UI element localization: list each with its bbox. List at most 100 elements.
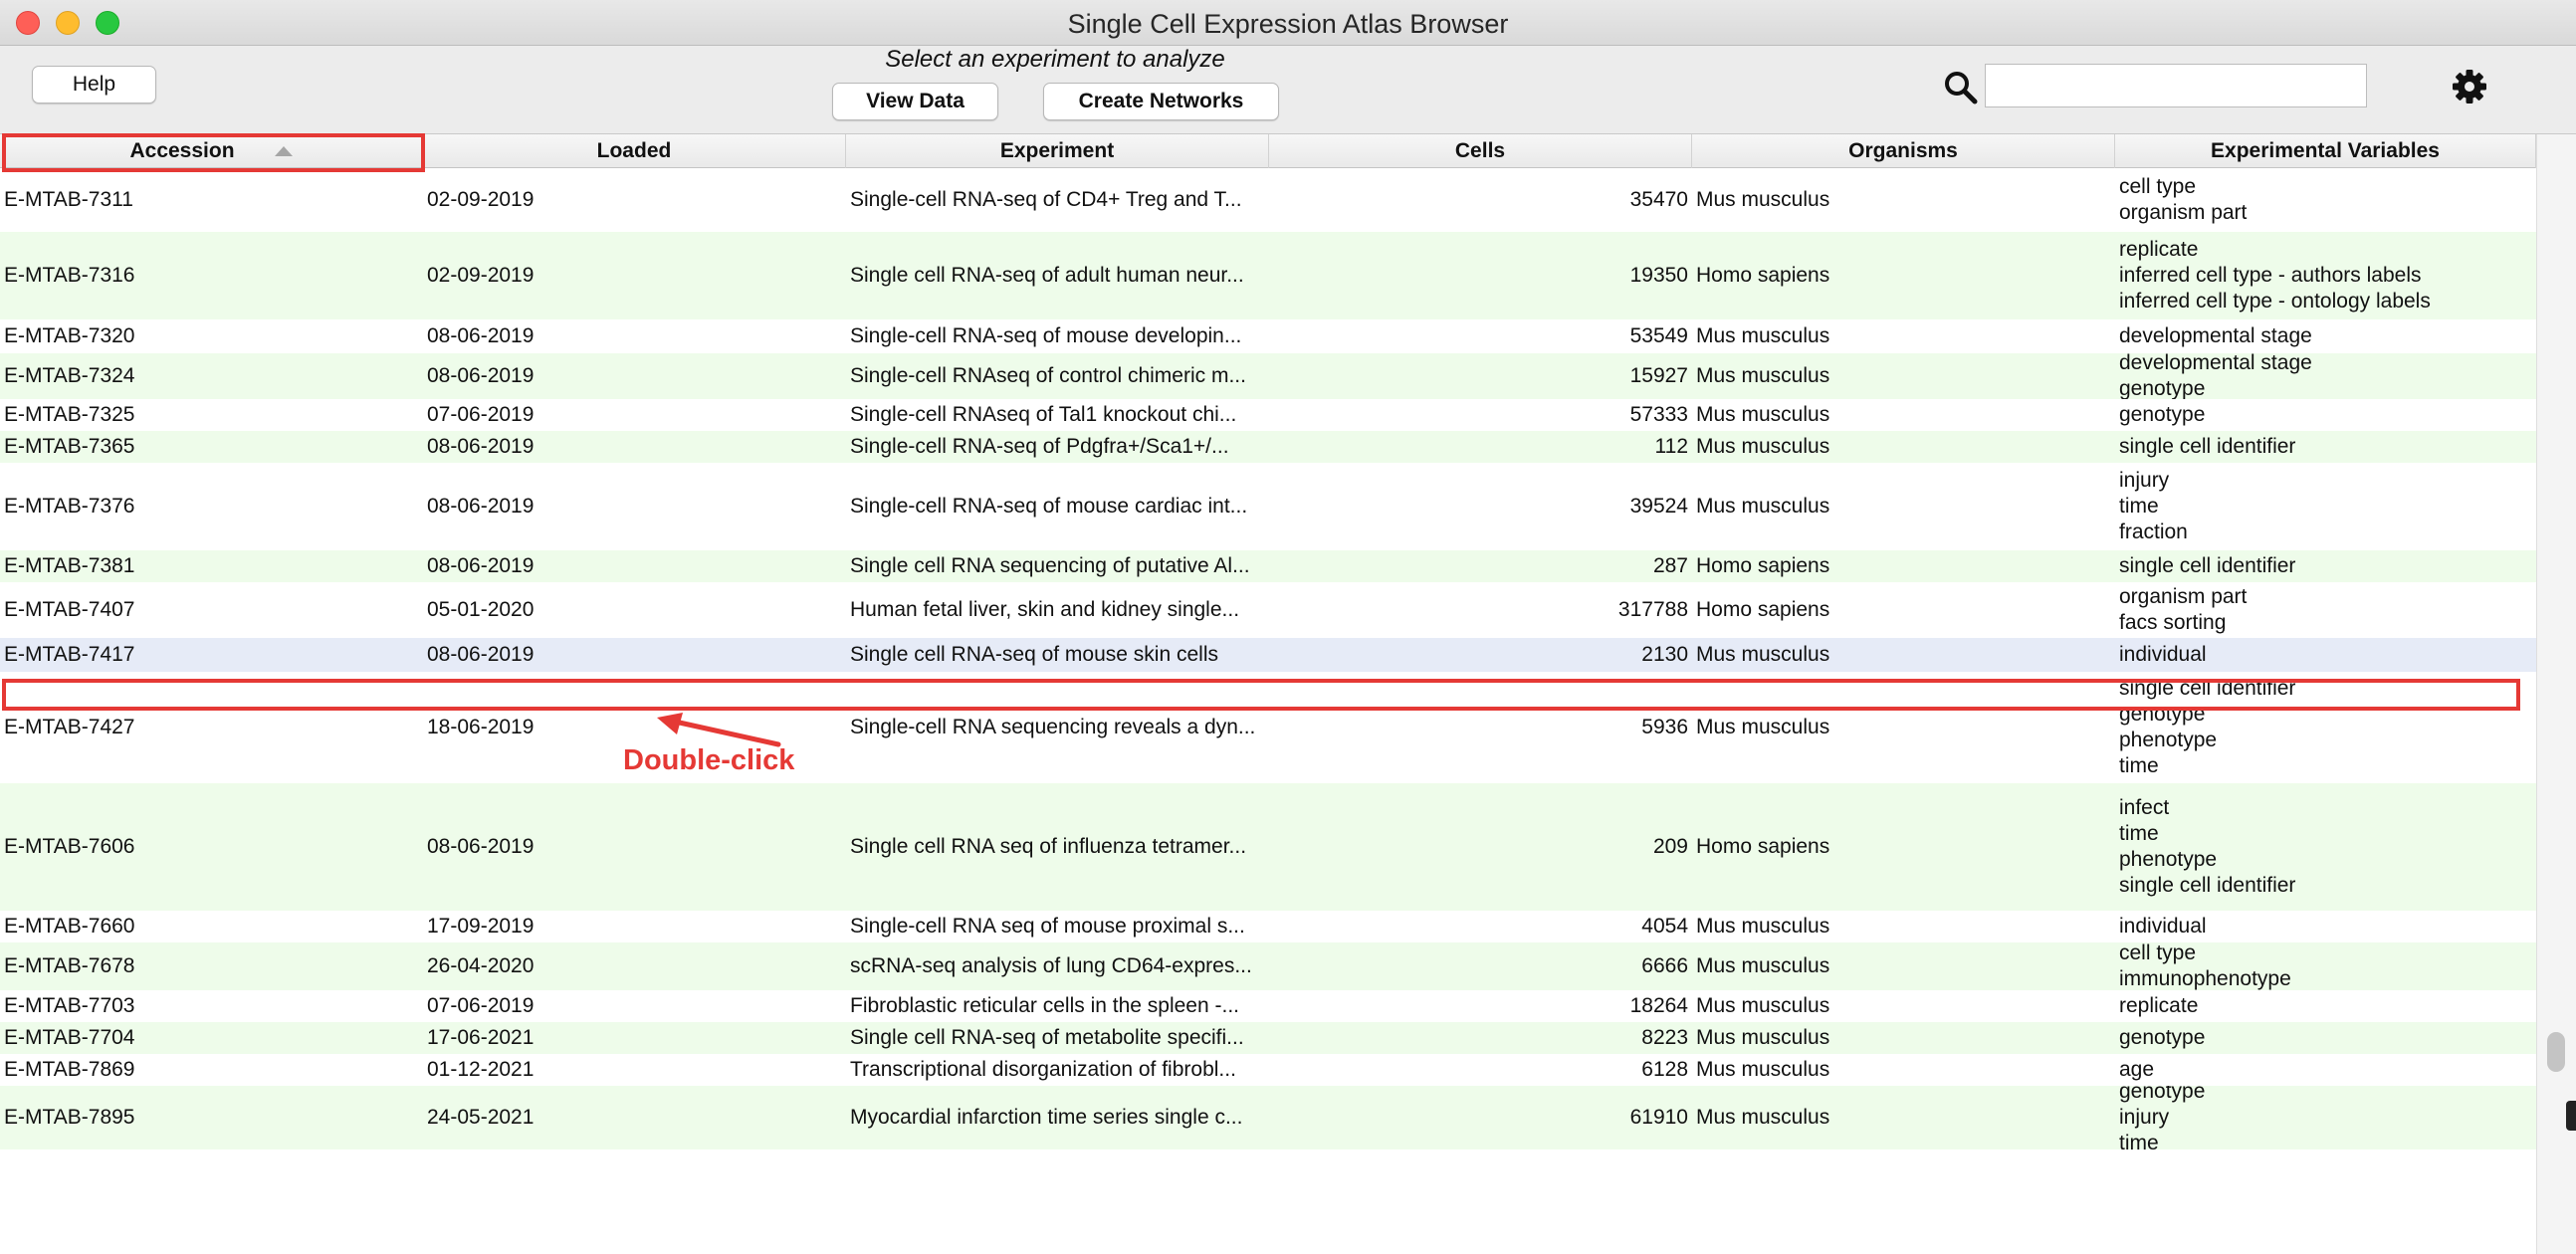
loaded-date-cell: 07-06-2019 [427,403,535,426]
experiment-cell: Transcriptional disorganization of fibro… [850,1058,1236,1081]
experiment-cell: Single cell RNA sequencing of putative A… [850,554,1250,577]
loaded-date-cell: 08-06-2019 [427,643,535,666]
experimental-variables-cell: injury time fraction [2115,463,2536,550]
sort-ascending-icon [274,146,293,156]
experimental-variables-cell: replicate [2115,990,2536,1022]
accession-cell: E-MTAB-7704 [4,1026,135,1049]
experimental-variables-cell: individual [2115,911,2536,942]
table-row[interactable]: E-MTAB-7606 08-06-2019 Single cell RNA seq… [0,783,2536,911]
table-row[interactable]: E-MTAB-7316 02-09-2019 Single cell RNA-seq… [0,232,2536,319]
cells-count-cell: 6128 [1641,1058,1688,1081]
experimental-variables-cell: cell type immunophenotype [2115,942,2536,990]
organism-cell: Mus musculus [1696,364,1830,387]
experimental-variable: genotype [2119,1026,2206,1049]
table-row[interactable]: E-MTAB-7311 02-09-2019 Single-cell RNA-seq… [0,168,2536,232]
experimental-variables-cell: genotype [2115,1022,2536,1054]
loaded-date-cell: 08-06-2019 [427,324,535,347]
column-header-loaded[interactable]: Loaded [423,134,846,168]
organism-cell: Mus musculus [1696,1058,1830,1081]
organism-cell: Mus musculus [1696,716,1830,738]
table-body: E-MTAB-7311 02-09-2019 Single-cell RNA-seq… [0,168,2536,1150]
experimental-variables-cell: age [2115,1054,2536,1086]
experimental-variable: injury [2119,1106,2170,1129]
cells-count-cell: 61910 [1629,1106,1688,1129]
table-row[interactable]: E-MTAB-7381 08-06-2019 Single cell RNA seq… [0,550,2536,582]
accession-cell: E-MTAB-7407 [4,598,135,621]
scrollbar-thumb[interactable] [2547,1032,2565,1072]
experiment-cell: scRNA-seq analysis of lung CD64-expres..… [850,954,1252,977]
table-row[interactable]: E-MTAB-7660 17-09-2019 Single-cell RNA seq… [0,911,2536,942]
column-header-experiment[interactable]: Experiment [846,134,1269,168]
accession-cell: E-MTAB-7324 [4,364,135,387]
organism-cell: Homo sapiens [1696,264,1830,287]
experimental-variable: injury [2119,469,2170,492]
table-row[interactable]: E-MTAB-7365 08-06-2019 Single-cell RNA-seq… [0,431,2536,463]
experiment-cell: Single-cell RNA sequencing reveals a dyn… [850,716,1256,738]
table-row[interactable]: E-MTAB-7417 08-06-2019 Single cell RNA-seq… [0,638,2536,672]
accession-cell: E-MTAB-7678 [4,954,135,977]
cells-count-cell: 287 [1652,554,1688,577]
column-header-accession[interactable]: Accession [0,134,423,168]
experiment-cell: Myocardial infarction time series single… [850,1106,1243,1129]
experimental-variables-cell: single cell identifier [2115,550,2536,582]
experimental-variable: phenotype [2119,848,2218,871]
create-networks-button[interactable]: Create Networks [1043,83,1279,120]
experimental-variable: single cell identifier [2119,554,2296,577]
experimental-variables-cell: individual [2115,638,2536,672]
toolbar: Help Select an experiment to analyze Vie… [0,46,2576,134]
view-data-button[interactable]: View Data [832,83,998,120]
table-row[interactable]: E-MTAB-7325 07-06-2019 Single-cell RNAseq … [0,399,2536,431]
cells-count-cell: 112 [1654,435,1688,458]
accession-cell: E-MTAB-7316 [4,264,135,287]
experimental-variable: organism part [2119,201,2248,224]
search-icon [1945,72,1978,104]
gear-icon[interactable] [2451,68,2488,105]
table-row[interactable]: E-MTAB-7320 08-06-2019 Single-cell RNA-seq… [0,319,2536,353]
help-button[interactable]: Help [32,66,156,104]
table-row[interactable]: E-MTAB-7376 08-06-2019 Single-cell RNA-seq… [0,463,2536,550]
table-row[interactable]: E-MTAB-7895 24-05-2021 Myocardial infarcti… [0,1086,2536,1150]
table-row[interactable]: E-MTAB-7869 01-12-2021 Transcriptional dis… [0,1054,2536,1086]
loaded-date-cell: 08-06-2019 [427,364,535,387]
experiment-cell: Single cell RNA-seq of adult human neur.… [850,264,1244,287]
accession-cell: E-MTAB-7703 [4,994,135,1017]
experimental-variable: replicate [2119,994,2199,1017]
table-row[interactable]: E-MTAB-7678 26-04-2020 scRNA-seq analysis … [0,942,2536,990]
experimental-variable: infect [2119,796,2170,819]
experimental-variable: phenotype [2119,729,2218,751]
column-header-organisms[interactable]: Organisms [1692,134,2115,168]
experiment-cell: Single-cell RNAseq of control chimeric m… [850,364,1246,387]
experiment-cell: Human fetal liver, skin and kidney singl… [850,598,1240,621]
table-row[interactable]: E-MTAB-7427 18-06-2019 Single-cell RNA seq… [0,672,2536,783]
cells-count-cell: 4054 [1641,915,1688,938]
loaded-date-cell: 05-01-2020 [427,598,535,621]
cells-count-cell: 18264 [1629,994,1688,1017]
table-row[interactable]: E-MTAB-7703 07-06-2019 Fibroblastic reticu… [0,990,2536,1022]
cells-count-cell: 57333 [1629,403,1688,426]
column-header-label: Accession [129,139,235,162]
loaded-date-cell: 01-12-2021 [427,1058,535,1081]
table-row[interactable]: E-MTAB-7324 08-06-2019 Single-cell RNAseq … [0,353,2536,399]
organism-cell: Mus musculus [1696,1026,1830,1049]
column-header-experimental-variables[interactable]: Experimental Variables [2115,134,2536,168]
accession-cell: E-MTAB-7869 [4,1058,135,1081]
table-row[interactable]: E-MTAB-7704 17-06-2021 Single cell RNA-seq… [0,1022,2536,1054]
experimental-variable: organism part [2119,585,2248,608]
experimental-variables-cell: developmental stage [2115,319,2536,353]
table-header: Accession Loaded Experiment Cells Organi… [0,134,2536,168]
table-row[interactable]: E-MTAB-7407 05-01-2020 Human fetal liver, … [0,582,2536,638]
cells-count-cell: 209 [1652,835,1688,858]
vertical-scrollbar[interactable] [2536,134,2576,1254]
experimental-variable: genotype [2119,1086,2206,1103]
experiment-cell: Single cell RNA-seq of metabolite specif… [850,1026,1244,1049]
search-input[interactable] [1985,64,2367,107]
column-header-label: Experimental Variables [2211,139,2440,162]
accession-cell: E-MTAB-7895 [4,1106,135,1129]
column-header-cells[interactable]: Cells [1269,134,1692,168]
organism-cell: Mus musculus [1696,994,1830,1017]
experiment-cell: Single-cell RNA-seq of CD4+ Treg and T..… [850,188,1242,211]
experiment-cell: Fibroblastic reticular cells in the sple… [850,994,1239,1017]
experiment-cell: Single cell RNA seq of influenza tetrame… [850,835,1247,858]
loaded-date-cell: 17-09-2019 [427,915,535,938]
experimental-variables-cell: replicate inferred cell type - authors la… [2115,232,2536,319]
